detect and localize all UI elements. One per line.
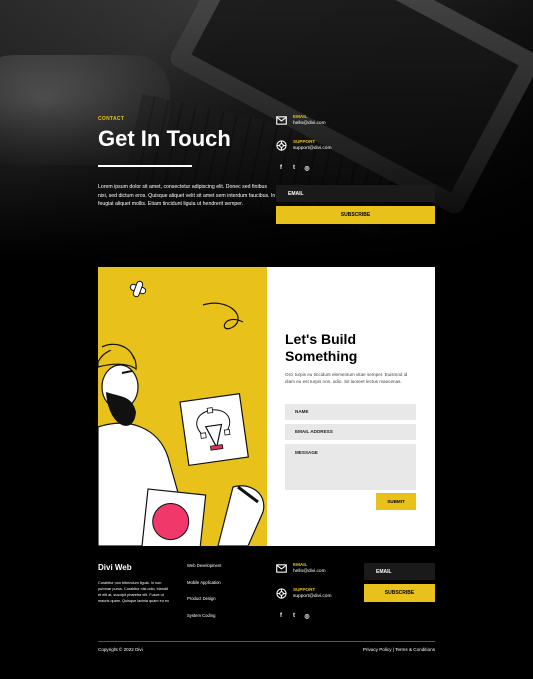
footer-newsletter-email-input[interactable]: EMAIL	[364, 563, 435, 580]
hero-description: Lorem ipsum dolor sit amet, consectetur …	[98, 184, 276, 207]
name-field[interactable]: NAME	[285, 404, 416, 420]
footer-link[interactable]: System Coding	[187, 613, 221, 630]
footer-support-value[interactable]: support@divi.com	[293, 593, 331, 600]
email-address-field[interactable]: EMAIL ADDRESS	[285, 424, 416, 440]
contact-support: SUPPORT support@divi.com	[276, 139, 331, 152]
footer-link[interactable]: Web Development	[187, 563, 221, 580]
lifebuoy-icon	[276, 140, 287, 151]
form-description: Orci turpis eu tincidunt elementum vitae…	[285, 372, 408, 384]
twitter-icon[interactable]: t	[291, 165, 297, 172]
support-value[interactable]: support@divi.com	[293, 145, 331, 152]
footer-contact-email: EMAIL hello@divi.com	[276, 562, 326, 575]
footer-brand: Divi Web	[98, 563, 132, 572]
hero-eyebrow: CONTACT	[98, 116, 125, 122]
title-divider	[98, 165, 192, 167]
footer-social-links: f t ◎	[278, 613, 310, 620]
instagram-icon[interactable]: ◎	[304, 165, 310, 172]
footer-description: Curabitur non bibendum ligula. In non pu…	[98, 581, 169, 603]
newsletter-email-input[interactable]: EMAIL	[276, 185, 435, 202]
designer-illustration	[98, 280, 265, 546]
message-field[interactable]: MESSAGE	[285, 444, 416, 490]
copyright-text: Copyright © 2022 Divi	[98, 647, 143, 652]
instagram-icon[interactable]: ◎	[304, 613, 310, 620]
footer-email-value[interactable]: hello@divi.com	[293, 568, 326, 575]
cross-doodle	[129, 280, 147, 298]
hero-section	[0, 0, 533, 262]
page-title: Get In Touch	[98, 126, 231, 151]
lifebuoy-icon	[276, 588, 287, 599]
email-value[interactable]: hello@divi.com	[293, 120, 326, 127]
facebook-icon[interactable]: f	[278, 165, 284, 172]
legal-links[interactable]: Privacy Policy | Terms & Conditions	[363, 647, 435, 652]
mail-icon	[276, 564, 287, 573]
footer-link[interactable]: Mobile Application	[187, 580, 221, 597]
submit-button[interactable]: SUBMIT	[376, 493, 416, 510]
footer-subscribe-button[interactable]: SUBSCRIBE	[364, 584, 435, 602]
contact-form-panel: Let's Build Something Orci turpis eu tin…	[267, 267, 435, 546]
subscribe-button[interactable]: SUBSCRIBE	[276, 206, 435, 224]
form-title: Let's Build Something	[285, 331, 358, 364]
facebook-icon[interactable]: f	[278, 613, 284, 620]
footer-links: Web Development Mobile Application Produ…	[187, 563, 221, 629]
social-links: f t ◎	[278, 165, 310, 172]
footer-link[interactable]: Product Design	[187, 596, 221, 613]
mail-icon	[276, 116, 287, 125]
footer-divider	[98, 641, 435, 642]
twitter-icon[interactable]: t	[291, 613, 297, 620]
footer-contact-support: SUPPORT support@divi.com	[276, 587, 331, 600]
illustration-panel	[98, 267, 267, 546]
contact-email: EMAIL hello@divi.com	[276, 114, 326, 127]
